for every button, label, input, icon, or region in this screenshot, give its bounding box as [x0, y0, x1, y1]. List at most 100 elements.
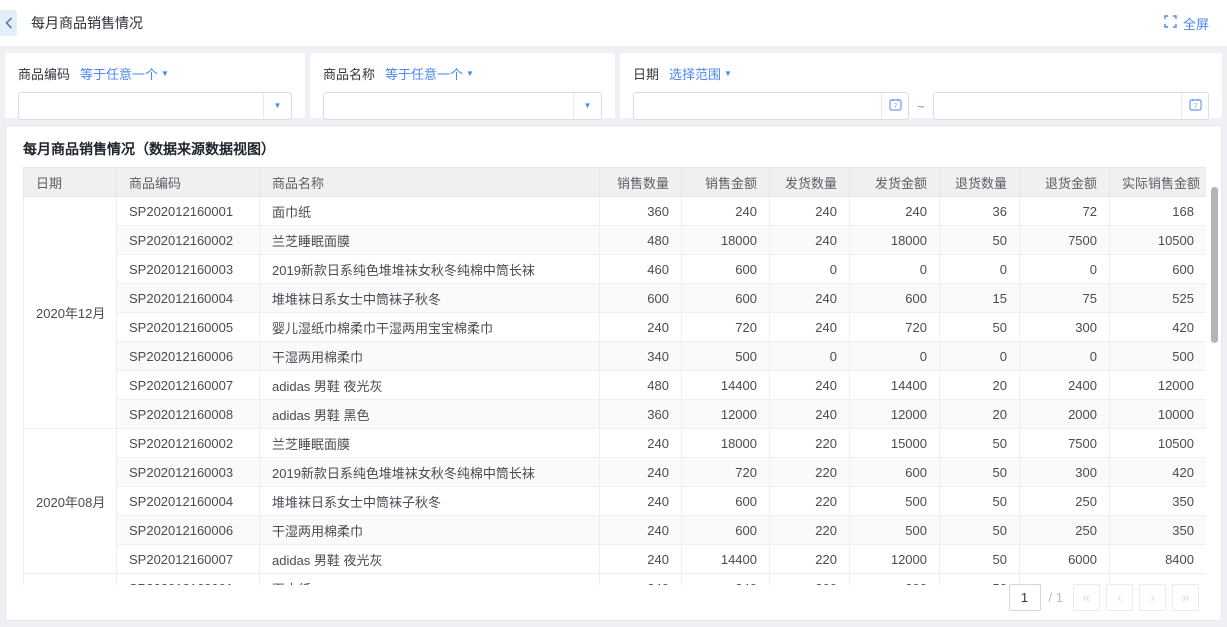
column-header: 实际销售金额 — [1110, 168, 1207, 197]
value-cell: 10500 — [1110, 429, 1207, 458]
operator-dropdown[interactable]: 选择范围 ▼ — [669, 64, 732, 83]
date-end-field: 7 — [933, 92, 1209, 120]
value-cell: 50 — [940, 429, 1020, 458]
value-cell: 200 — [850, 574, 940, 586]
value-cell: 240 — [770, 400, 850, 429]
value-cell: 600 — [850, 284, 940, 313]
value-cell: 350 — [1110, 487, 1207, 516]
value-cell: 360 — [600, 197, 682, 226]
table-row: SP202012160004堆堆袜日系女士中筒袜子秋冬2406002205005… — [24, 487, 1207, 516]
value-cell: 36 — [940, 197, 1020, 226]
value-cell: 10500 — [1110, 226, 1207, 255]
value-cell: 420 — [1110, 458, 1207, 487]
table-row: SP202012160006干湿两用棉柔巾2406002205005025035… — [24, 516, 1207, 545]
value-cell: 0 — [850, 342, 940, 371]
value-cell: 240 — [770, 197, 850, 226]
value-cell: 420 — [1110, 313, 1207, 342]
svg-text:7: 7 — [1193, 103, 1197, 110]
table-row: SP2020121600032019新款日系纯色堆堆袜女秋冬纯棉中筒长袜2407… — [24, 458, 1207, 487]
next-page-button[interactable]: › — [1139, 584, 1166, 611]
value-cell: 50 — [940, 458, 1020, 487]
value-cell: 240 — [770, 371, 850, 400]
product-code-cell: SP202012160006 — [117, 342, 260, 371]
filter-label: 商品编码 — [18, 64, 70, 83]
product-name-cell: 2019新款日系纯色堆堆袜女秋冬纯棉中筒长袜 — [260, 255, 600, 284]
prev-page-button[interactable]: ‹ — [1106, 584, 1133, 611]
product-code-cell: SP202012160004 — [117, 487, 260, 516]
product-code-cell: SP202012160002 — [117, 226, 260, 255]
caret-down-icon: ▼ — [274, 102, 282, 110]
value-cell: 0 — [1020, 342, 1110, 371]
table-row: SP202012160006干湿两用棉柔巾3405000000500 — [24, 342, 1207, 371]
product-name-cell: 堆堆袜日系女士中筒袜子秋冬 — [260, 487, 600, 516]
calendar-icon: 7 — [1189, 98, 1202, 114]
value-cell: 240 — [600, 313, 682, 342]
vertical-scrollbar-thumb[interactable] — [1211, 187, 1218, 343]
table-scroll-area[interactable]: 日期商品编码商品名称销售数量销售金额发货数量发货金额退货数量退货金额实际销售金额… — [23, 167, 1206, 585]
fullscreen-icon — [1164, 15, 1177, 31]
product-name-cell: 婴儿湿纸巾棉柔巾干湿两用宝宝棉柔巾 — [260, 313, 600, 342]
value-cell: 220 — [770, 487, 850, 516]
value-cell: 14400 — [850, 371, 940, 400]
date-group-cell: 2020年08月 — [24, 429, 117, 574]
value-cell: 720 — [682, 313, 770, 342]
value-cell: 7500 — [1020, 226, 1110, 255]
value-cell: 525 — [1110, 284, 1207, 313]
caret-down-icon: ▼ — [724, 70, 732, 78]
page-number-input[interactable] — [1009, 584, 1041, 611]
product-name-cell: adidas 男鞋 夜光灰 — [260, 545, 600, 574]
table-row: SP202012160007adidas 男鞋 夜光灰4801440024014… — [24, 371, 1207, 400]
value-cell: 168 — [1110, 197, 1207, 226]
value-cell: 720 — [682, 458, 770, 487]
product-name-cell: 干湿两用棉柔巾 — [260, 342, 600, 371]
value-cell: 480 — [600, 226, 682, 255]
value-cell: 75 — [1020, 284, 1110, 313]
value-cell: 0 — [850, 255, 940, 284]
value-cell: 220 — [770, 458, 850, 487]
product-name-select[interactable]: ▼ — [323, 92, 602, 120]
value-cell: 600 — [850, 458, 940, 487]
operator-dropdown[interactable]: 等于任意一个 ▼ — [80, 64, 169, 83]
value-cell: 18000 — [682, 429, 770, 458]
calendar-button[interactable]: 7 — [881, 93, 908, 119]
value-cell: 240 — [850, 197, 940, 226]
chevron-left-icon — [5, 17, 13, 29]
product-code-cell: SP202012160004 — [117, 284, 260, 313]
value-cell: 0 — [940, 255, 1020, 284]
value-cell: 360 — [600, 400, 682, 429]
value-cell: 240 — [600, 574, 682, 586]
calendar-button[interactable]: 7 — [1181, 93, 1208, 119]
product-code-cell: SP202012160007 — [117, 545, 260, 574]
page-total: / 1 — [1049, 590, 1063, 605]
value-cell: 220 — [770, 429, 850, 458]
value-cell: 350 — [1110, 516, 1207, 545]
table-row: SP2020121600032019新款日系纯色堆堆袜女秋冬纯棉中筒长袜4606… — [24, 255, 1207, 284]
value-cell: 240 — [682, 574, 770, 586]
date-start-input[interactable] — [634, 93, 881, 119]
table-row: 2020年12月SP202012160001面巾纸360240240240367… — [24, 197, 1207, 226]
product-code-cell: SP202012160002 — [117, 429, 260, 458]
date-end-input[interactable] — [934, 93, 1181, 119]
product-name-cell: 干湿两用棉柔巾 — [260, 516, 600, 545]
column-header: 销售金额 — [682, 168, 770, 197]
value-cell: 2400 — [1020, 371, 1110, 400]
range-separator: ~ — [917, 99, 925, 114]
value-cell: 500 — [850, 487, 940, 516]
product-code-select[interactable]: ▼ — [18, 92, 292, 120]
value-cell: 250 — [1020, 487, 1110, 516]
fullscreen-button[interactable]: 全屏 — [1164, 0, 1209, 46]
calendar-icon: 7 — [889, 98, 902, 114]
operator-dropdown[interactable]: 等于任意一个 ▼ — [385, 64, 474, 83]
value-cell: 10000 — [1110, 400, 1207, 429]
back-button[interactable] — [0, 10, 17, 36]
first-page-button[interactable]: « — [1073, 584, 1100, 611]
value-cell: 2000 — [1020, 400, 1110, 429]
value-cell: 14400 — [682, 545, 770, 574]
last-page-button[interactable]: » — [1172, 584, 1199, 611]
svg-text:7: 7 — [893, 103, 897, 110]
column-header: 退货金额 — [1020, 168, 1110, 197]
table-row: SP202012160004堆堆袜日系女士中筒袜子秋冬6006002406001… — [24, 284, 1207, 313]
value-cell: 50 — [940, 313, 1020, 342]
value-cell: 6000 — [1020, 545, 1110, 574]
product-name-cell: 兰芝睡眠面膜 — [260, 429, 600, 458]
